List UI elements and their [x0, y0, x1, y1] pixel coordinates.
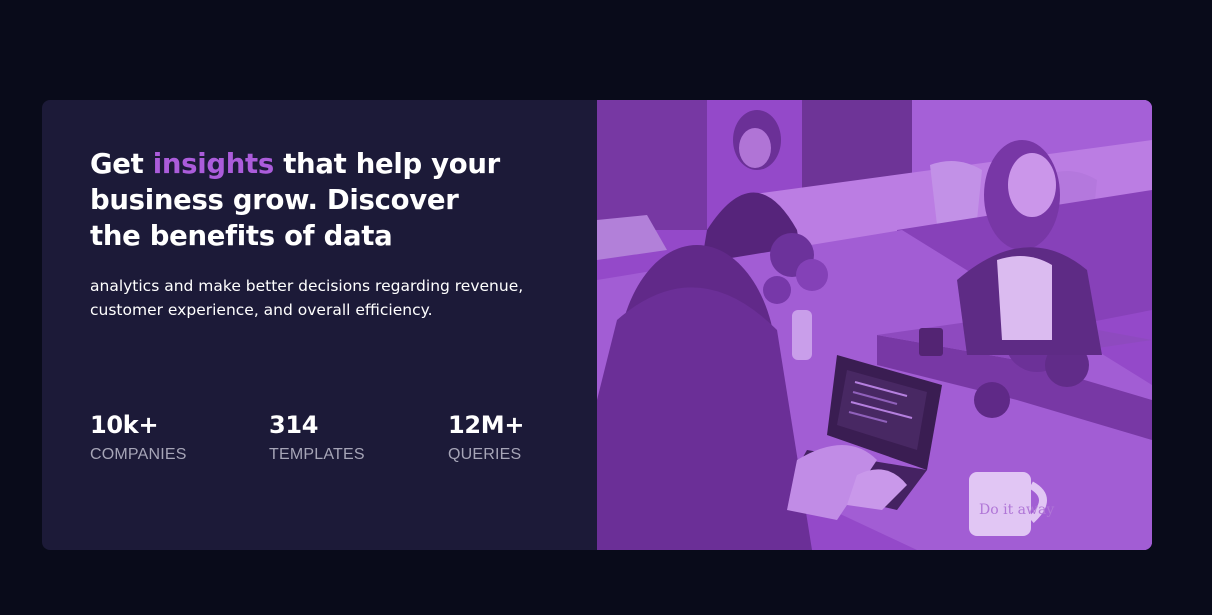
stats-row: 10k+ COMPANIES 314 TEMPLATES 12M+ QUERIE…: [90, 408, 627, 464]
stats-card: Get insights that help your business gro…: [42, 100, 1152, 550]
headline-start: Get: [90, 148, 153, 180]
description: analytics and make better decisions rega…: [90, 277, 524, 319]
text-column: Get insights that help your business gro…: [42, 100, 597, 550]
stat-label: TEMPLATES: [269, 446, 365, 463]
stat-value: 314: [269, 411, 319, 439]
headline-accent: insights: [152, 148, 274, 180]
headline: Get insights that help your business gro…: [90, 146, 510, 254]
office-photo-illustration: Do it away: [597, 100, 1152, 550]
stat-companies: 10k+ COMPANIES: [90, 408, 269, 464]
office-photo: Do it away: [597, 100, 1152, 550]
stat-value: 10k+: [90, 411, 159, 439]
stat-label: COMPANIES: [90, 446, 187, 463]
purple-overlay: [597, 100, 1152, 550]
stat-templates: 314 TEMPLATES: [269, 408, 448, 464]
